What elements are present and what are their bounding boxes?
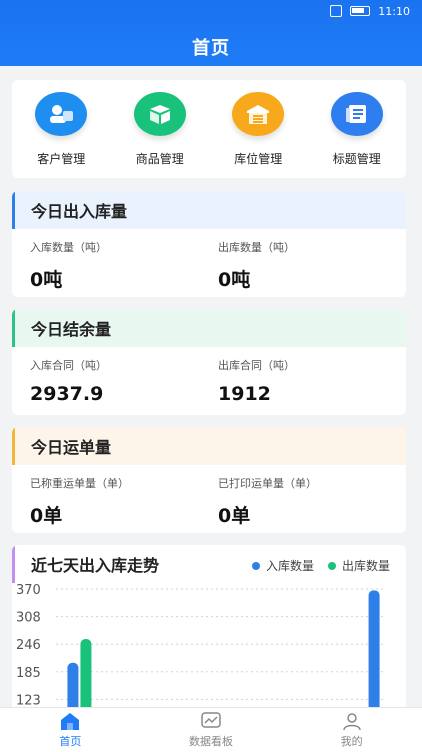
stat-label: 入库合同（吨） [30, 359, 107, 372]
legend-item-in: 入库数量 [251, 557, 314, 574]
legend-label: 入库数量 [265, 559, 314, 573]
stat-value: 1912 [218, 383, 271, 405]
chart-card-weekly-trend: 近七天出入库走势 入库数量 出库数量 370 308 246 185 123 [12, 545, 406, 715]
warehouse-icon [232, 92, 285, 136]
profile-icon [341, 711, 363, 731]
chart-plot: 370308246185123 [16, 583, 384, 715]
card-today-waybill: 今日运单量 已称重运单量（单） 0单 已打印运单量（单） 0单 [12, 427, 406, 533]
nav-label: 我的 [340, 735, 363, 748]
stat-label: 出库合同（吨） [218, 359, 295, 372]
stat-label: 入库数量（吨） [30, 241, 107, 254]
card-today-inout: 今日出入库量 入库数量（吨） 0吨 出库数量（吨） 0吨 [12, 191, 406, 297]
menu-item-title[interactable]: 标题管理 [317, 92, 397, 167]
card-today-balance: 今日结余量 入库合同（吨） 2937.9 出库合同（吨） 1912 [12, 309, 406, 415]
stat-value: 0吨 [30, 269, 63, 291]
card-title: 今日结余量 [12, 309, 406, 347]
document-icon [330, 92, 383, 136]
card-title: 今日出入库量 [12, 191, 406, 229]
legend-label: 出库数量 [341, 559, 390, 573]
menu-label: 标题管理 [332, 152, 381, 166]
chart-title: 近七天出入库走势 [31, 556, 160, 575]
chart-bar [80, 639, 92, 715]
chart-board-icon [200, 711, 222, 731]
nav-label: 首页 [59, 735, 82, 748]
y-tick-label: 185 [16, 666, 41, 681]
nav-item-home[interactable]: 首页 [10, 711, 130, 749]
status-bar: 11:10 [330, 3, 410, 19]
stat-value: 0吨 [218, 269, 251, 291]
menu-label: 客户管理 [37, 152, 86, 166]
package-icon [133, 92, 186, 136]
y-tick-label: 308 [16, 611, 41, 626]
quick-menu: 客户管理 商品管理 库位管理 标题管理 [12, 80, 406, 178]
legend-item-out: 出库数量 [327, 557, 390, 574]
legend-dot-icon [251, 561, 260, 570]
nav-item-profile[interactable]: 我的 [292, 711, 412, 749]
menu-label: 商品管理 [135, 152, 184, 166]
chart-bar [368, 590, 380, 715]
menu-item-location[interactable]: 库位管理 [218, 92, 298, 167]
app-header: 11:10 首页 [0, 0, 422, 66]
page-title: 首页 [192, 38, 230, 59]
customer-icon [35, 92, 88, 136]
stat-value: 2937.9 [30, 383, 104, 405]
menu-item-customer[interactable]: 客户管理 [21, 92, 101, 167]
battery-icon [350, 6, 371, 16]
legend-dot-icon [327, 561, 336, 570]
stat-label: 已打印运单量（单） [218, 477, 317, 490]
vibrate-icon [330, 5, 343, 17]
nav-item-dashboard[interactable]: 数据看板 [151, 711, 271, 749]
stat-label: 出库数量（吨） [218, 241, 295, 254]
stat-value: 0单 [30, 505, 63, 527]
stat-value: 0单 [218, 505, 251, 527]
card-title: 今日运单量 [12, 427, 406, 465]
home-icon [59, 711, 81, 731]
nav-label: 数据看板 [188, 735, 233, 748]
menu-label: 库位管理 [234, 152, 283, 166]
stat-label: 已称重运单量（单） [30, 477, 129, 490]
y-tick-label: 246 [16, 638, 41, 653]
bottom-nav: 首页 数据看板 我的 [0, 707, 422, 752]
y-tick-label: 370 [16, 583, 41, 598]
status-time: 11:10 [378, 4, 410, 18]
chart-legend: 入库数量 出库数量 [251, 557, 390, 574]
menu-item-goods[interactable]: 商品管理 [120, 92, 200, 167]
